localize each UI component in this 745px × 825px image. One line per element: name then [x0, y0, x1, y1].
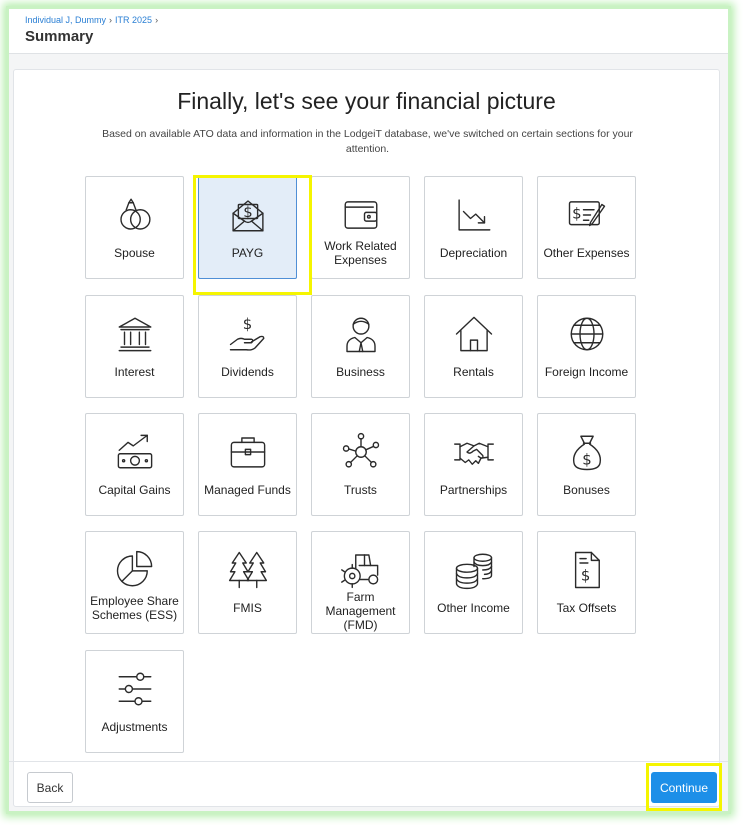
declining-chart-icon: [452, 193, 496, 237]
tile-label: PAYG: [231, 245, 264, 260]
rings-icon: [113, 193, 157, 237]
tile-label: Trusts: [344, 482, 377, 497]
tile-depreciation[interactable]: Depreciation: [424, 176, 523, 279]
tile-capital-gains[interactable]: Capital Gains: [85, 413, 184, 516]
intro-text: Based on available ATO data and informat…: [102, 128, 633, 155]
handshake-icon: [452, 430, 496, 474]
tile-label: Other Income: [437, 600, 510, 615]
tile-work-related-expenses[interactable]: Work Related Expenses: [311, 176, 410, 279]
svg-text:$: $: [243, 203, 252, 221]
svg-text:$: $: [242, 315, 251, 333]
tile-other-expenses[interactable]: $ Other Expenses: [537, 176, 636, 279]
tile-label: Depreciation: [439, 245, 508, 260]
money-growth-icon: [113, 430, 157, 474]
main-heading: Finally, let's see your financial pictur…: [177, 88, 556, 114]
tile-other-income[interactable]: Other Income: [424, 531, 523, 634]
tile-label: Adjustments: [101, 719, 168, 734]
tile-dividends[interactable]: $ Dividends: [198, 295, 297, 398]
tile-label: Partnerships: [439, 482, 508, 497]
briefcase-icon: [226, 430, 270, 474]
tile-managed-funds[interactable]: Managed Funds: [198, 413, 297, 516]
breadcrumb-return-link[interactable]: ITR 2025: [115, 15, 152, 25]
house-icon: [452, 312, 496, 356]
back-button[interactable]: Back: [27, 772, 73, 803]
tile-label: FMIS: [233, 600, 262, 615]
tile-label: Capital Gains: [98, 482, 171, 497]
wallet-icon: [339, 193, 383, 237]
tile-bonuses[interactable]: $ Bonuses: [537, 413, 636, 516]
tile-label: Spouse: [114, 245, 155, 260]
businessperson-icon: [339, 312, 383, 356]
tile-payg[interactable]: $ PAYG: [198, 176, 297, 279]
svg-text:$: $: [580, 567, 589, 585]
pie-chart-icon: [113, 548, 157, 592]
tile-label: Employee Share Schemes (ESS): [90, 593, 179, 622]
tile-partnerships[interactable]: Partnerships: [424, 413, 523, 516]
tile-employee-share-schemes[interactable]: Employee Share Schemes (ESS): [85, 531, 184, 634]
tile-label: Work Related Expenses: [324, 238, 397, 267]
svg-text:$: $: [572, 205, 581, 223]
breadcrumb-separator: ›: [109, 15, 113, 25]
tile-label: Dividends: [221, 364, 274, 379]
tractor-icon: [339, 548, 383, 590]
page-title: Summary: [25, 28, 94, 45]
summary-panel: Finally, let's see your financial pictur…: [13, 69, 720, 807]
tile-label: Interest: [114, 364, 155, 379]
footer-divider: [9, 761, 728, 762]
tile-label: Tax Offsets: [556, 600, 617, 615]
tile-interest[interactable]: Interest: [85, 295, 184, 398]
network-icon: [339, 430, 383, 474]
coins-stack-icon: [452, 548, 496, 592]
tile-trusts[interactable]: Trusts: [311, 413, 410, 516]
tile-tax-offsets[interactable]: $ Tax Offsets: [537, 531, 636, 634]
tile-foreign-income[interactable]: Foreign Income: [537, 295, 636, 398]
money-bag-icon: $: [565, 430, 609, 474]
tile-label: Business: [336, 364, 385, 379]
breadcrumb-client-link[interactable]: Individual J, Dummy: [25, 15, 106, 25]
tax-document-icon: $: [565, 548, 609, 592]
tile-label: Rentals: [453, 364, 494, 379]
breadcrumb: Individual J, Dummy › ITR 2025 ›: [25, 15, 158, 25]
tile-fmis[interactable]: FMIS: [198, 531, 297, 634]
sliders-icon: [113, 667, 157, 711]
page-header: Individual J, Dummy › ITR 2025 › Summary: [9, 9, 728, 54]
tile-business[interactable]: Business: [311, 295, 410, 398]
tile-adjustments[interactable]: Adjustments: [85, 650, 184, 753]
tile-spouse[interactable]: Spouse: [85, 176, 184, 279]
tile-label: Farm Management (FMD): [325, 590, 396, 632]
tile-label: Bonuses: [563, 482, 610, 497]
tile-farm-management[interactable]: Farm Management (FMD): [311, 531, 410, 634]
trees-icon: [226, 548, 270, 592]
app-window: Individual J, Dummy › ITR 2025 › Summary…: [6, 6, 731, 814]
bill-pen-icon: $: [565, 193, 609, 237]
tile-label: Other Expenses: [543, 245, 630, 260]
bank-icon: [113, 312, 157, 356]
continue-button[interactable]: Continue: [651, 772, 717, 803]
tile-rentals[interactable]: Rentals: [424, 295, 523, 398]
payslip-envelope-icon: $: [226, 193, 270, 237]
svg-text:$: $: [582, 450, 591, 468]
tile-label: Foreign Income: [544, 364, 629, 379]
hand-dollar-icon: $: [226, 312, 270, 356]
tile-label: Managed Funds: [204, 482, 291, 497]
globe-icon: [565, 312, 609, 356]
breadcrumb-separator: ›: [155, 15, 159, 25]
